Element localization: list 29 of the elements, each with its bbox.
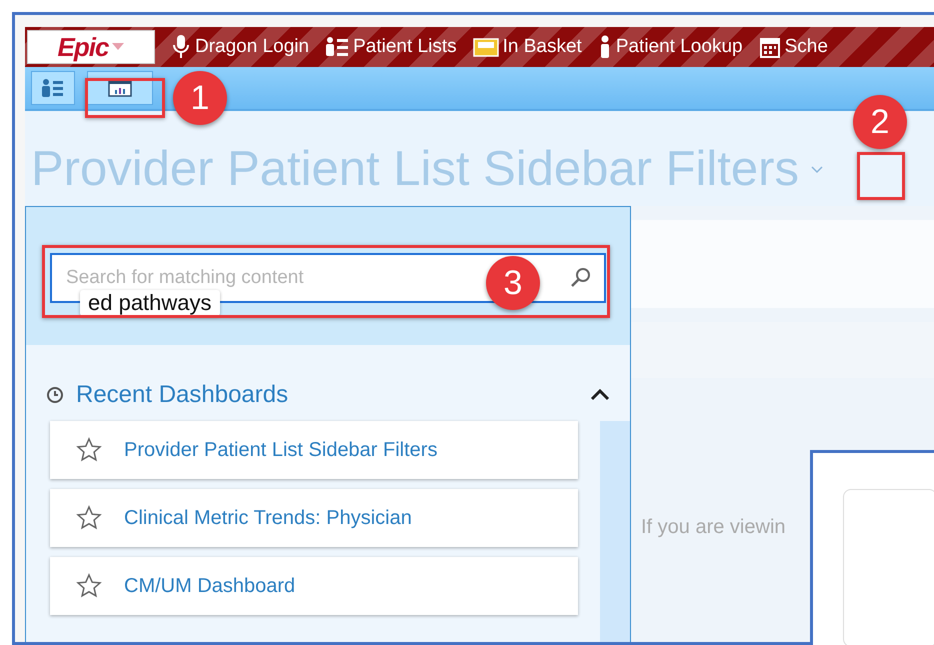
page-title: Provider Patient List Sidebar Filters <box>31 141 799 197</box>
search-icon[interactable] <box>570 267 592 289</box>
microphone-icon <box>171 34 191 60</box>
nav-link[interactable]: Dragon Login <box>171 32 310 62</box>
nav-link[interactable]: Patient Lists <box>325 32 457 62</box>
envelope-icon <box>472 36 499 58</box>
star-icon[interactable] <box>76 573 102 599</box>
dashboard-list-item[interactable]: CM/UM Dashboard <box>50 557 578 615</box>
person-list-icon <box>41 78 65 98</box>
collapse-icon[interactable] <box>590 389 610 401</box>
star-icon[interactable] <box>76 437 102 463</box>
search-tooltip: ed pathways <box>80 290 220 316</box>
section-heading: Recent Dashboards <box>76 380 288 410</box>
chevron-down-icon <box>811 166 823 174</box>
caret-icon <box>112 43 124 51</box>
nav-link[interactable]: Sche <box>758 32 828 62</box>
toolbar-button[interactable] <box>87 71 153 105</box>
dashboard-list-item[interactable]: Clinical Metric Trends: Physician <box>50 489 578 547</box>
dashboard-list-item[interactable]: Provider Patient List Sidebar Filters <box>50 421 578 479</box>
highlight-frame <box>857 152 905 200</box>
calendar-icon <box>758 35 781 59</box>
epic-logo-button[interactable]: Epic <box>27 30 155 64</box>
nav-link[interactable]: Patient Lookup <box>598 32 743 62</box>
toolbar-button[interactable] <box>31 71 75 105</box>
body-text: If you are viewin <box>640 515 787 540</box>
star-icon[interactable] <box>76 505 102 531</box>
clock-icon <box>46 386 64 404</box>
nav-link[interactable]: In Basket <box>472 32 582 62</box>
person-list-icon <box>325 36 350 58</box>
